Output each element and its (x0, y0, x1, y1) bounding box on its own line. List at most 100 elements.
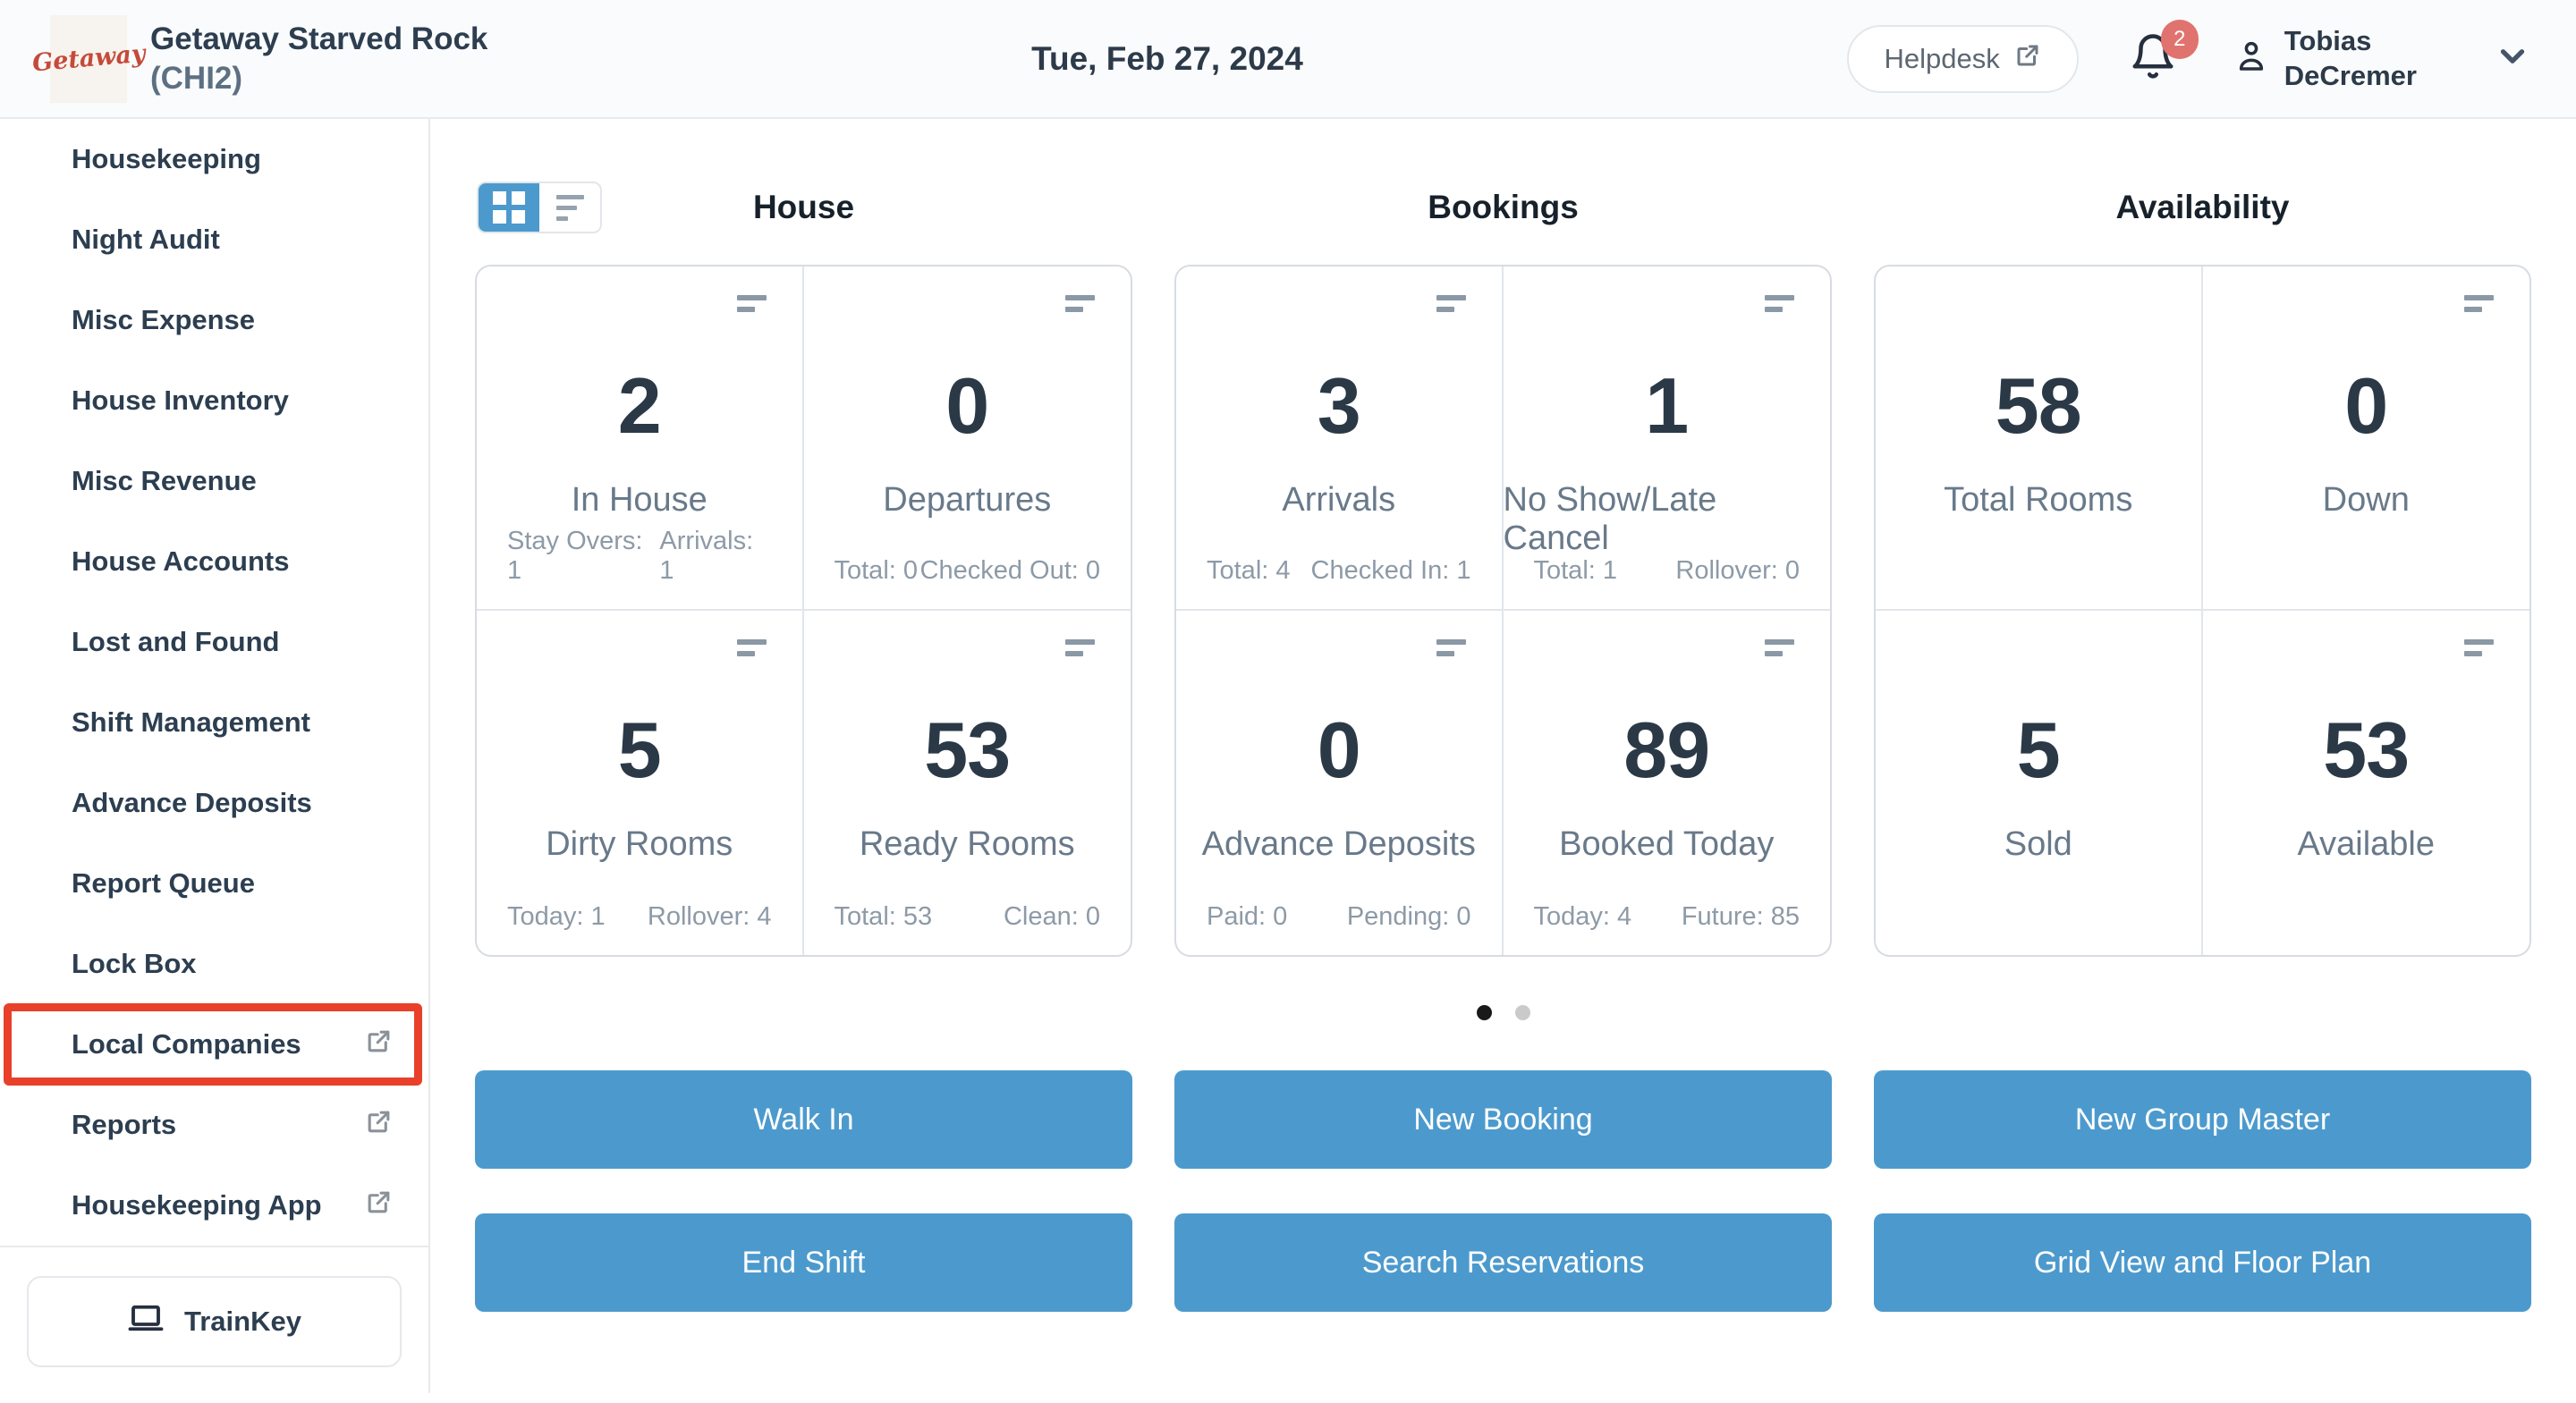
stat-sub-left: Total: 0 (835, 556, 919, 586)
grid-view-floor-plan-button[interactable]: Grid View and Floor Plan (1874, 1213, 2531, 1312)
stat-sub-right: Checked In: 1 (1311, 556, 1471, 586)
stat-card-down: 0 Down (2203, 266, 2530, 611)
external-link-icon (365, 1188, 393, 1223)
sidebar-item-reports[interactable]: Reports (0, 1085, 428, 1165)
sidebar-item-label: Lock Box (72, 948, 197, 980)
stat-value: 5 (618, 711, 661, 790)
user-menu[interactable]: Tobias DeCremer (2233, 24, 2417, 94)
pagination-dot-active[interactable] (1477, 1005, 1492, 1020)
stat-card-available: 53 Available (2203, 611, 2530, 955)
card-menu-icon[interactable] (1765, 639, 1794, 656)
stat-value: 58 (1996, 367, 2081, 445)
search-reservations-button[interactable]: Search Reservations (1174, 1213, 1832, 1312)
stat-value: 1 (1645, 367, 1688, 445)
end-shift-button[interactable]: End Shift (475, 1213, 1132, 1312)
stat-label: Down (2323, 481, 2410, 520)
view-toggle (477, 182, 602, 233)
app-header: Getaway Getaway Starved Rock (CHI2) Tue,… (0, 0, 2576, 119)
notifications-button[interactable]: 2 (2129, 32, 2177, 85)
sidebar-item-misc-expense[interactable]: Misc Expense (0, 280, 428, 360)
bookings-card-grid: 3 Arrivals Total: 4Checked In: 1 1 No Sh… (1174, 265, 1832, 957)
sidebar-item-lost-and-found[interactable]: Lost and Found (0, 602, 428, 682)
sidebar-item-misc-revenue[interactable]: Misc Revenue (0, 441, 428, 521)
sidebar-item-housekeeping[interactable]: Housekeeping (0, 119, 428, 199)
card-menu-icon[interactable] (737, 639, 767, 656)
card-menu-icon[interactable] (737, 295, 767, 312)
user-last-name: DeCremer (2284, 60, 2417, 91)
stat-sub-right: Rollover: 4 (648, 902, 772, 932)
user-first-name: Tobias (2284, 25, 2372, 56)
pagination-dot[interactable] (1515, 1005, 1530, 1020)
new-group-master-button[interactable]: New Group Master (1874, 1070, 2531, 1169)
section-title-availability: Availability (2116, 189, 2290, 226)
sidebar-item-house-accounts[interactable]: House Accounts (0, 521, 428, 602)
sidebar-item-label: Advance Deposits (72, 787, 312, 819)
stat-sub-left: Total: 1 (1534, 556, 1618, 586)
chevron-down-icon[interactable] (2494, 38, 2531, 80)
stat-card-booked-today: 89 Booked Today Today: 4Future: 85 (1504, 611, 1831, 955)
stat-sub-left: Stay Overs: 1 (507, 527, 659, 586)
action-button-row-2: End Shift Search Reservations Grid View … (475, 1213, 2531, 1312)
action-button-row-1: Walk In New Booking New Group Master (475, 1070, 2531, 1169)
property-code: (CHI2) (150, 59, 487, 97)
sidebar-item-advance-deposits[interactable]: Advance Deposits (0, 763, 428, 843)
notification-count-badge: 2 (2161, 20, 2199, 59)
stat-sub-left: Today: 4 (1534, 902, 1632, 932)
user-name: Tobias DeCremer (2284, 24, 2417, 94)
stat-sub-left: Paid: 0 (1207, 902, 1287, 932)
helpdesk-button[interactable]: Helpdesk (1847, 25, 2079, 93)
sidebar-item-house-inventory[interactable]: House Inventory (0, 360, 428, 441)
house-card-grid: 2 In House Stay Overs: 1Arrivals: 1 0 De… (475, 265, 1132, 957)
stat-label: Advance Deposits (1202, 825, 1476, 864)
stat-card-ready-rooms: 53 Ready Rooms Total: 53Clean: 0 (804, 611, 1131, 955)
stat-card-advance-deposits: 0 Advance Deposits Paid: 0Pending: 0 (1176, 611, 1504, 955)
sidebar-item-label: Misc Expense (72, 304, 255, 336)
sidebar-item-night-audit[interactable]: Night Audit (0, 199, 428, 280)
stat-label: No Show/Late Cancel (1504, 481, 1831, 558)
stat-sub-right: Future: 85 (1682, 902, 1800, 932)
stat-sub-left: Total: 4 (1207, 556, 1291, 586)
list-view-button[interactable] (539, 183, 600, 232)
sidebar-item-label: Reports (72, 1109, 176, 1141)
walk-in-button[interactable]: Walk In (475, 1070, 1132, 1169)
stat-sub-right: Rollover: 0 (1675, 556, 1800, 586)
external-link-icon (365, 1027, 393, 1062)
sidebar-item-shift-management[interactable]: Shift Management (0, 682, 428, 763)
sidebar-item-label: Report Queue (72, 867, 255, 900)
stat-card-no-show-late-cancel: 1 No Show/Late Cancel Total: 1 Rollover: … (1504, 266, 1831, 611)
card-menu-icon[interactable] (1065, 639, 1095, 656)
dashboard-main: House Bookings Availability 2 In House S… (430, 119, 2576, 1393)
stat-value: 5 (2017, 711, 2060, 790)
card-menu-icon[interactable] (1436, 639, 1466, 656)
new-booking-button[interactable]: New Booking (1174, 1070, 1832, 1169)
section-title-row: House Bookings Availability (475, 182, 2531, 233)
card-menu-icon[interactable] (1065, 295, 1095, 312)
sidebar: Housekeeping Night Audit Misc Expense Ho… (0, 119, 430, 1393)
stat-label: Booked Today (1559, 825, 1774, 864)
sidebar-item-lock-box[interactable]: Lock Box (0, 924, 428, 1004)
person-icon (2233, 38, 2270, 80)
stat-sub-left: Total: 53 (835, 902, 933, 932)
section-title-house: House (753, 189, 854, 226)
stat-value: 0 (945, 367, 988, 445)
stat-label: Dirty Rooms (546, 825, 733, 864)
card-menu-icon[interactable] (2464, 639, 2494, 656)
card-menu-icon[interactable] (1436, 295, 1466, 312)
trainkey-button[interactable]: TrainKey (27, 1276, 402, 1367)
stat-sub-right: Pending: 0 (1347, 902, 1471, 932)
sidebar-item-label: Local Companies (72, 1028, 301, 1061)
sidebar-item-report-queue[interactable]: Report Queue (0, 843, 428, 924)
sidebar-item-local-companies[interactable]: Local Companies (0, 1004, 428, 1085)
sidebar-item-label: House Accounts (72, 545, 289, 578)
stat-card-sold: 5 Sold (1876, 611, 2203, 955)
business-date: Tue, Feb 27, 2024 (487, 40, 1846, 78)
stat-value: 53 (924, 711, 1010, 790)
brand-logo[interactable]: Getaway (50, 15, 127, 103)
list-view-icon (556, 195, 584, 221)
card-menu-icon[interactable] (2464, 295, 2494, 312)
sidebar-footer: TrainKey (0, 1246, 428, 1403)
brand-logo-text: Getaway (31, 40, 147, 78)
card-menu-icon[interactable] (1765, 295, 1794, 312)
sidebar-item-housekeeping-app[interactable]: Housekeeping App (0, 1165, 428, 1246)
grid-view-button[interactable] (479, 183, 539, 232)
